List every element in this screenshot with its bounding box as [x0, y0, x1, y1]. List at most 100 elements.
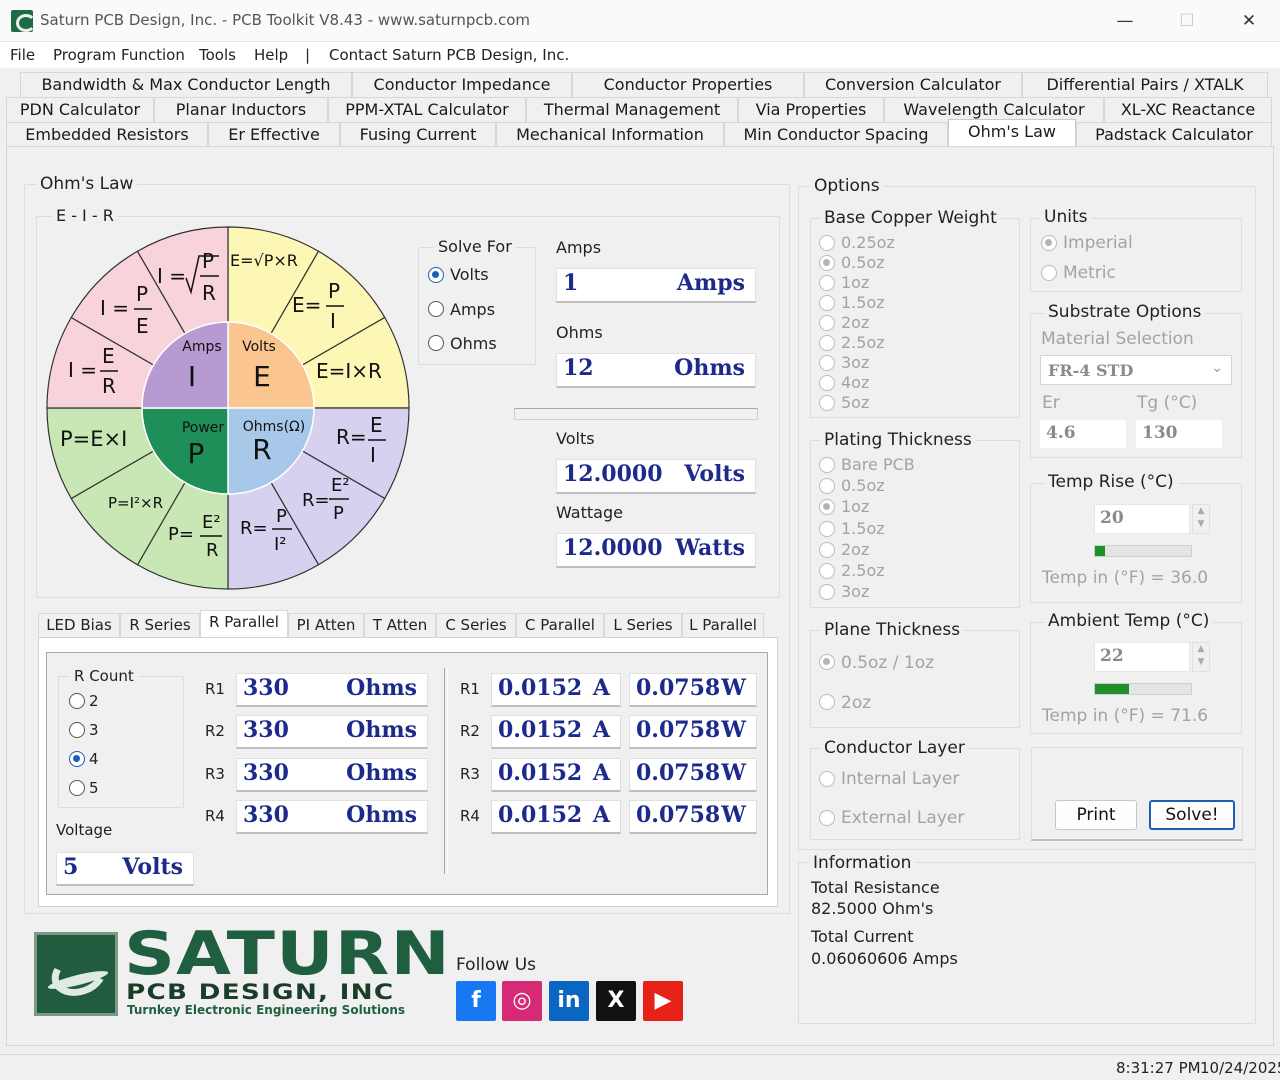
copper-option-radio[interactable]: [819, 395, 835, 411]
total-resistance-label: Total Resistance: [811, 878, 940, 897]
r-count-3-radio[interactable]: [69, 722, 85, 738]
wattage-input[interactable]: 12.0000 Watts: [556, 533, 756, 568]
ohms-label: Ohms: [556, 323, 603, 342]
subtab-t-atten[interactable]: T Atten: [364, 613, 436, 637]
ambient-input[interactable]: 22: [1094, 642, 1190, 672]
r2-amps: 0.0152 A: [491, 715, 621, 749]
copper-option-radio[interactable]: [819, 335, 835, 351]
temp-rise-input[interactable]: 20: [1094, 504, 1190, 534]
tab-conversion-calculator[interactable]: Conversion Calculator: [804, 72, 1022, 97]
copper-option-radio[interactable]: [819, 275, 835, 291]
menu-file[interactable]: File: [10, 46, 35, 64]
subtab-pi-atten[interactable]: PI Atten: [288, 613, 364, 637]
material-value: FR-4 STD: [1048, 361, 1134, 380]
internal-layer-radio[interactable]: [819, 771, 835, 787]
tab-thermal-management[interactable]: Thermal Management: [526, 97, 738, 122]
copper-option-radio[interactable]: [819, 315, 835, 331]
minimize-button[interactable]: —: [1094, 0, 1156, 42]
solve-button[interactable]: Solve!: [1149, 800, 1235, 830]
units-metric-radio[interactable]: [1041, 265, 1057, 281]
plating-option-radio[interactable]: [819, 520, 835, 537]
copper-option-label: 5oz: [841, 393, 870, 412]
r1-watts: 0.0758 W: [629, 673, 757, 707]
plating-option-radio[interactable]: [819, 541, 835, 558]
units-label: Units: [1040, 207, 1092, 227]
copper-option-radio[interactable]: [819, 355, 835, 371]
formula-r-pi-lhs: R=: [240, 518, 268, 539]
subtab-r-series[interactable]: R Series: [120, 613, 200, 637]
solve-volts-radio[interactable]: [428, 267, 444, 283]
tab-xl-xc-reactance[interactable]: XL-XC Reactance: [1104, 97, 1272, 122]
tab-mechanical-information[interactable]: Mechanical Information: [496, 122, 724, 147]
menu-help[interactable]: Help: [254, 46, 288, 64]
linkedin-icon[interactable]: in: [549, 981, 589, 1021]
plating-option-label: Bare PCB: [841, 455, 915, 474]
print-button[interactable]: Print: [1055, 800, 1137, 830]
subtab-c-series[interactable]: C Series: [436, 613, 516, 637]
tab-fusing-current[interactable]: Fusing Current: [340, 122, 496, 147]
subtab-c-parallel[interactable]: C Parallel: [516, 613, 604, 637]
tab-ohms-law[interactable]: Ohm's Law: [948, 119, 1076, 147]
r-count-5-radio[interactable]: [69, 780, 85, 796]
temp-rise-spinner[interactable]: ▲ ▼: [1192, 504, 1210, 534]
r2-input[interactable]: 330 Ohms: [236, 715, 428, 749]
r3-input[interactable]: 330 Ohms: [236, 758, 428, 792]
copper-option-radio[interactable]: [819, 375, 835, 391]
wheel-i-letter: I: [188, 360, 196, 393]
substrate-label: Substrate Options: [1044, 302, 1206, 322]
tab-planar-inductors[interactable]: Planar Inductors: [154, 97, 328, 122]
tab-er-effective[interactable]: Er Effective: [208, 122, 340, 147]
r4-input[interactable]: 330 Ohms: [236, 800, 428, 834]
plane-05-1oz-radio[interactable]: [819, 654, 835, 670]
facebook-icon[interactable]: f: [456, 981, 496, 1021]
r-count-4-radio[interactable]: [69, 751, 85, 767]
ambient-spinner[interactable]: ▲ ▼: [1192, 642, 1210, 672]
tab-ppm-xtal[interactable]: PPM-XTAL Calculator: [328, 97, 526, 122]
close-button[interactable]: ✕: [1218, 0, 1280, 42]
solve-amps-radio[interactable]: [428, 301, 444, 317]
voltage-unit: Volts: [122, 854, 183, 880]
units-imperial-radio[interactable]: [1041, 235, 1057, 251]
r1-unit: Ohms: [346, 675, 417, 701]
tab-differential-pairs[interactable]: Differential Pairs / XTALK: [1022, 72, 1268, 97]
tab-embedded-resistors[interactable]: Embedded Resistors: [6, 122, 208, 147]
tab-bandwidth[interactable]: Bandwidth & Max Conductor Length: [20, 72, 352, 97]
copper-option-radio[interactable]: [819, 235, 835, 251]
tab-padstack-calculator[interactable]: Padstack Calculator: [1076, 122, 1272, 147]
external-layer-radio[interactable]: [819, 810, 835, 826]
r-count-2-radio[interactable]: [69, 693, 85, 709]
menu-tools[interactable]: Tools: [199, 46, 236, 64]
menu-contact[interactable]: Contact Saturn PCB Design, Inc.: [329, 46, 569, 64]
subtab-l-parallel[interactable]: L Parallel: [682, 613, 764, 637]
tab-pdn-calculator[interactable]: PDN Calculator: [6, 97, 154, 122]
er-value: 4.6: [1046, 423, 1076, 443]
tab-min-conductor-spacing[interactable]: Min Conductor Spacing: [724, 122, 948, 147]
copper-option-radio[interactable]: [819, 255, 835, 271]
eir-divider: [514, 408, 758, 420]
subtab-l-series[interactable]: L Series: [604, 613, 682, 637]
material-select[interactable]: FR-4 STD ⌄: [1040, 355, 1232, 385]
tg-input[interactable]: 130: [1136, 420, 1222, 448]
subtab-r-parallel[interactable]: R Parallel: [200, 610, 288, 638]
instagram-icon[interactable]: ◎: [502, 981, 542, 1021]
solve-ohms-radio[interactable]: [428, 335, 444, 351]
voltage-input[interactable]: 5 Volts: [56, 852, 194, 886]
er-input[interactable]: 4.6: [1040, 420, 1126, 448]
maximize-button[interactable]: ☐: [1156, 0, 1218, 42]
tab-conductor-properties[interactable]: Conductor Properties: [572, 72, 804, 97]
plating-option-radio[interactable]: [819, 457, 835, 473]
menu-program-function[interactable]: Program Function: [53, 46, 185, 64]
x-icon[interactable]: X: [596, 981, 636, 1021]
tab-via-properties[interactable]: Via Properties: [738, 97, 884, 122]
volts-input[interactable]: 12.0000 Volts: [556, 459, 756, 494]
tab-conductor-impedance[interactable]: Conductor Impedance: [352, 72, 572, 97]
amps-input[interactable]: 1 Amps: [556, 268, 756, 303]
logo-tagline: Turnkey Electronic Engineering Solutions: [127, 1003, 406, 1017]
copper-option-radio[interactable]: [819, 295, 835, 311]
plating-option-radio[interactable]: [819, 563, 835, 579]
subtab-led-bias[interactable]: LED Bias: [38, 613, 120, 637]
r1-input[interactable]: 330 Ohms: [236, 673, 428, 707]
youtube-icon[interactable]: ▶: [643, 981, 683, 1021]
ohms-input[interactable]: 12 Ohms: [556, 353, 756, 388]
plane-2oz-radio[interactable]: [819, 694, 835, 710]
